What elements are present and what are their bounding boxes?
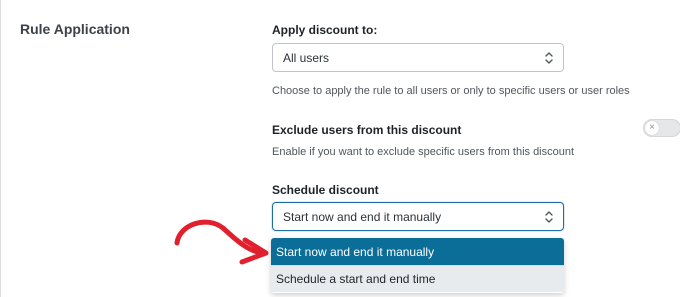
- apply-discount-select[interactable]: All users: [272, 43, 564, 72]
- apply-discount-value: All users: [283, 50, 330, 65]
- schedule-discount-label: Schedule discount: [272, 183, 379, 197]
- apply-discount-help: Choose to apply the rule to all users or…: [272, 85, 630, 97]
- schedule-discount-dropdown: Start now and end it manually Schedule a…: [271, 238, 564, 293]
- exclude-users-help: Enable if you want to exclude specific u…: [272, 146, 575, 158]
- dropdown-option-schedule-time[interactable]: Schedule a start and end time: [271, 265, 564, 292]
- chevron-up-down-icon: [545, 51, 553, 64]
- exclude-users-label: Exclude users from this discount: [272, 123, 462, 137]
- exclude-users-toggle[interactable]: ×: [643, 119, 680, 137]
- chevron-up-down-icon: [545, 210, 553, 223]
- dropdown-option-start-now[interactable]: Start now and end it manually: [271, 238, 564, 265]
- rule-application-panel: Rule Application Apply discount to: All …: [0, 0, 680, 297]
- close-icon: ×: [645, 121, 659, 135]
- schedule-discount-select[interactable]: Start now and end it manually: [272, 202, 564, 231]
- schedule-discount-value: Start now and end it manually: [283, 209, 442, 224]
- apply-discount-label: Apply discount to:: [272, 23, 378, 37]
- section-title: Rule Application: [20, 21, 130, 37]
